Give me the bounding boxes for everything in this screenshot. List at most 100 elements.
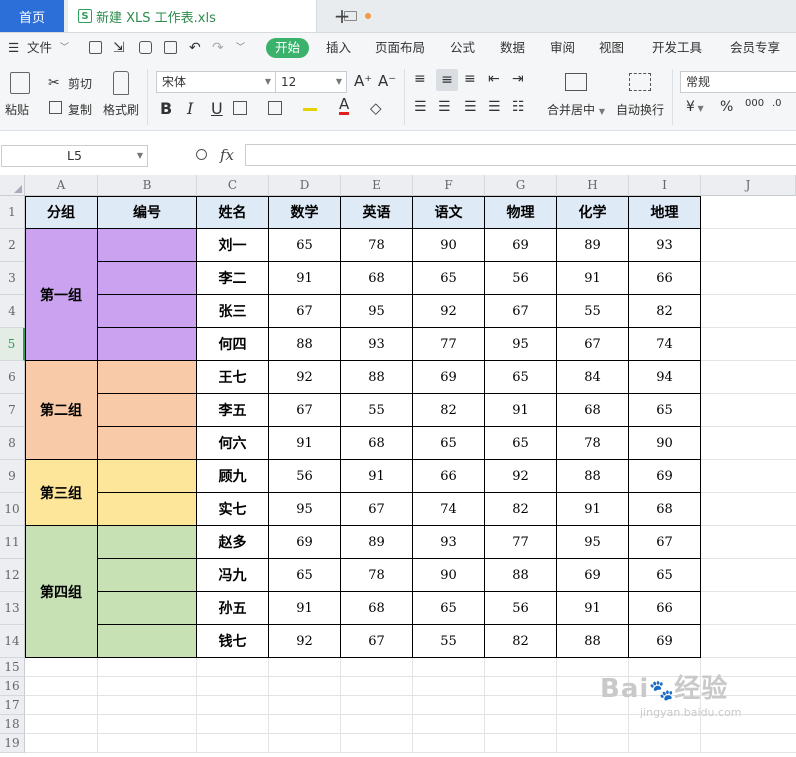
name-box[interactable]: L5 ▼ (1, 145, 148, 167)
score-cell[interactable]: 67 (341, 625, 413, 658)
score-cell[interactable]: 69 (269, 526, 341, 559)
score-cell[interactable]: 56 (485, 262, 557, 295)
menu-view[interactable]: 视图 (599, 33, 624, 63)
score-cell[interactable]: 68 (341, 262, 413, 295)
score-cell[interactable]: 88 (557, 625, 629, 658)
score-cell[interactable]: 56 (269, 460, 341, 493)
export-icon[interactable]: ⇲ (113, 33, 125, 63)
header-cell[interactable]: 语文 (413, 196, 485, 229)
increase-decimal-icon[interactable]: .0 (772, 99, 782, 109)
underline-button[interactable]: U (211, 99, 223, 118)
name-cell[interactable]: 何四 (197, 328, 269, 361)
score-cell[interactable]: 78 (557, 427, 629, 460)
score-cell[interactable]: 67 (269, 295, 341, 328)
score-cell[interactable]: 90 (413, 559, 485, 592)
bold-button[interactable]: B (160, 99, 172, 118)
row-header-1[interactable]: 1 (0, 196, 25, 229)
menu-review[interactable]: 审阅 (550, 33, 575, 63)
name-cell[interactable]: 赵多 (197, 526, 269, 559)
id-cell[interactable] (98, 460, 197, 493)
score-cell[interactable]: 55 (413, 625, 485, 658)
score-cell[interactable]: 89 (341, 526, 413, 559)
score-cell[interactable]: 78 (341, 559, 413, 592)
score-cell[interactable]: 65 (269, 559, 341, 592)
name-cell[interactable]: 顾九 (197, 460, 269, 493)
score-cell[interactable]: 66 (413, 460, 485, 493)
score-cell[interactable]: 65 (485, 361, 557, 394)
score-cell[interactable]: 93 (413, 526, 485, 559)
id-cell[interactable] (98, 328, 197, 361)
header-cell[interactable]: 物理 (485, 196, 557, 229)
cut-button[interactable]: 剪切 (68, 75, 92, 92)
score-cell[interactable]: 91 (485, 394, 557, 427)
align-left-icon[interactable]: ☰ (414, 99, 427, 115)
score-cell[interactable]: 90 (629, 427, 701, 460)
score-cell[interactable]: 88 (557, 460, 629, 493)
name-cell[interactable]: 何六 (197, 427, 269, 460)
increase-font-icon[interactable]: A⁺ (354, 72, 372, 90)
score-cell[interactable]: 91 (557, 262, 629, 295)
number-format-select[interactable]: 常规 (680, 71, 796, 93)
copy-button[interactable]: 复制 (68, 101, 92, 118)
column-header-h[interactable]: H (557, 175, 629, 196)
new-tab-button[interactable]: + (332, 4, 352, 28)
score-cell[interactable]: 69 (629, 460, 701, 493)
score-cell[interactable]: 65 (485, 427, 557, 460)
score-cell[interactable]: 67 (629, 526, 701, 559)
id-cell[interactable] (98, 559, 197, 592)
chevron-down-icon[interactable]: ﹀ (236, 33, 245, 63)
header-cell[interactable]: 分组 (25, 196, 98, 229)
name-cell[interactable]: 王七 (197, 361, 269, 394)
column-header-c[interactable]: C (197, 175, 269, 196)
score-cell[interactable]: 88 (269, 328, 341, 361)
id-cell[interactable] (98, 493, 197, 526)
id-cell[interactable] (98, 394, 197, 427)
decrease-font-icon[interactable]: A⁻ (378, 72, 396, 90)
menu-page-layout[interactable]: 页面布局 (375, 33, 425, 63)
menu-formula[interactable]: 公式 (450, 33, 475, 63)
id-cell[interactable] (98, 295, 197, 328)
align-center-icon[interactable]: ☰ (438, 99, 451, 115)
row-header-19[interactable]: 19 (0, 734, 25, 753)
score-cell[interactable]: 93 (341, 328, 413, 361)
score-cell[interactable]: 66 (629, 262, 701, 295)
score-cell[interactable]: 68 (341, 427, 413, 460)
score-cell[interactable]: 65 (413, 262, 485, 295)
id-cell[interactable] (98, 592, 197, 625)
italic-button[interactable]: I (187, 99, 193, 118)
score-cell[interactable]: 66 (629, 592, 701, 625)
score-cell[interactable]: 91 (269, 262, 341, 295)
formula-input[interactable] (245, 144, 796, 166)
score-cell[interactable]: 68 (341, 592, 413, 625)
score-cell[interactable]: 56 (485, 592, 557, 625)
clear-format-icon[interactable]: ◇ (370, 99, 382, 117)
score-cell[interactable]: 67 (269, 394, 341, 427)
score-cell[interactable]: 74 (413, 493, 485, 526)
id-cell[interactable] (98, 262, 197, 295)
score-cell[interactable]: 68 (629, 493, 701, 526)
score-cell[interactable]: 77 (485, 526, 557, 559)
score-cell[interactable]: 74 (629, 328, 701, 361)
id-cell[interactable] (98, 361, 197, 394)
score-cell[interactable]: 82 (629, 295, 701, 328)
row-header-5[interactable]: 5 (0, 328, 25, 361)
id-cell[interactable] (98, 526, 197, 559)
score-cell[interactable]: 92 (269, 625, 341, 658)
id-cell[interactable] (98, 625, 197, 658)
column-header-e[interactable]: E (341, 175, 413, 196)
row-header-8[interactable]: 8 (0, 427, 25, 460)
score-cell[interactable]: 65 (629, 559, 701, 592)
score-cell[interactable]: 69 (413, 361, 485, 394)
tab-document[interactable]: S 新建 XLS 工作表.xls (68, 0, 371, 32)
menu-developer[interactable]: 开发工具 (652, 33, 702, 63)
merge-cells-icon[interactable] (268, 101, 282, 115)
wrap-text-button[interactable]: 自动换行 (616, 101, 664, 118)
score-cell[interactable]: 82 (485, 625, 557, 658)
score-cell[interactable]: 65 (629, 394, 701, 427)
row-header-15[interactable]: 15 (0, 658, 25, 677)
id-cell[interactable] (98, 427, 197, 460)
print-icon[interactable] (139, 41, 152, 54)
score-cell[interactable]: 67 (557, 328, 629, 361)
row-header-18[interactable]: 18 (0, 715, 25, 734)
name-cell[interactable]: 孙五 (197, 592, 269, 625)
